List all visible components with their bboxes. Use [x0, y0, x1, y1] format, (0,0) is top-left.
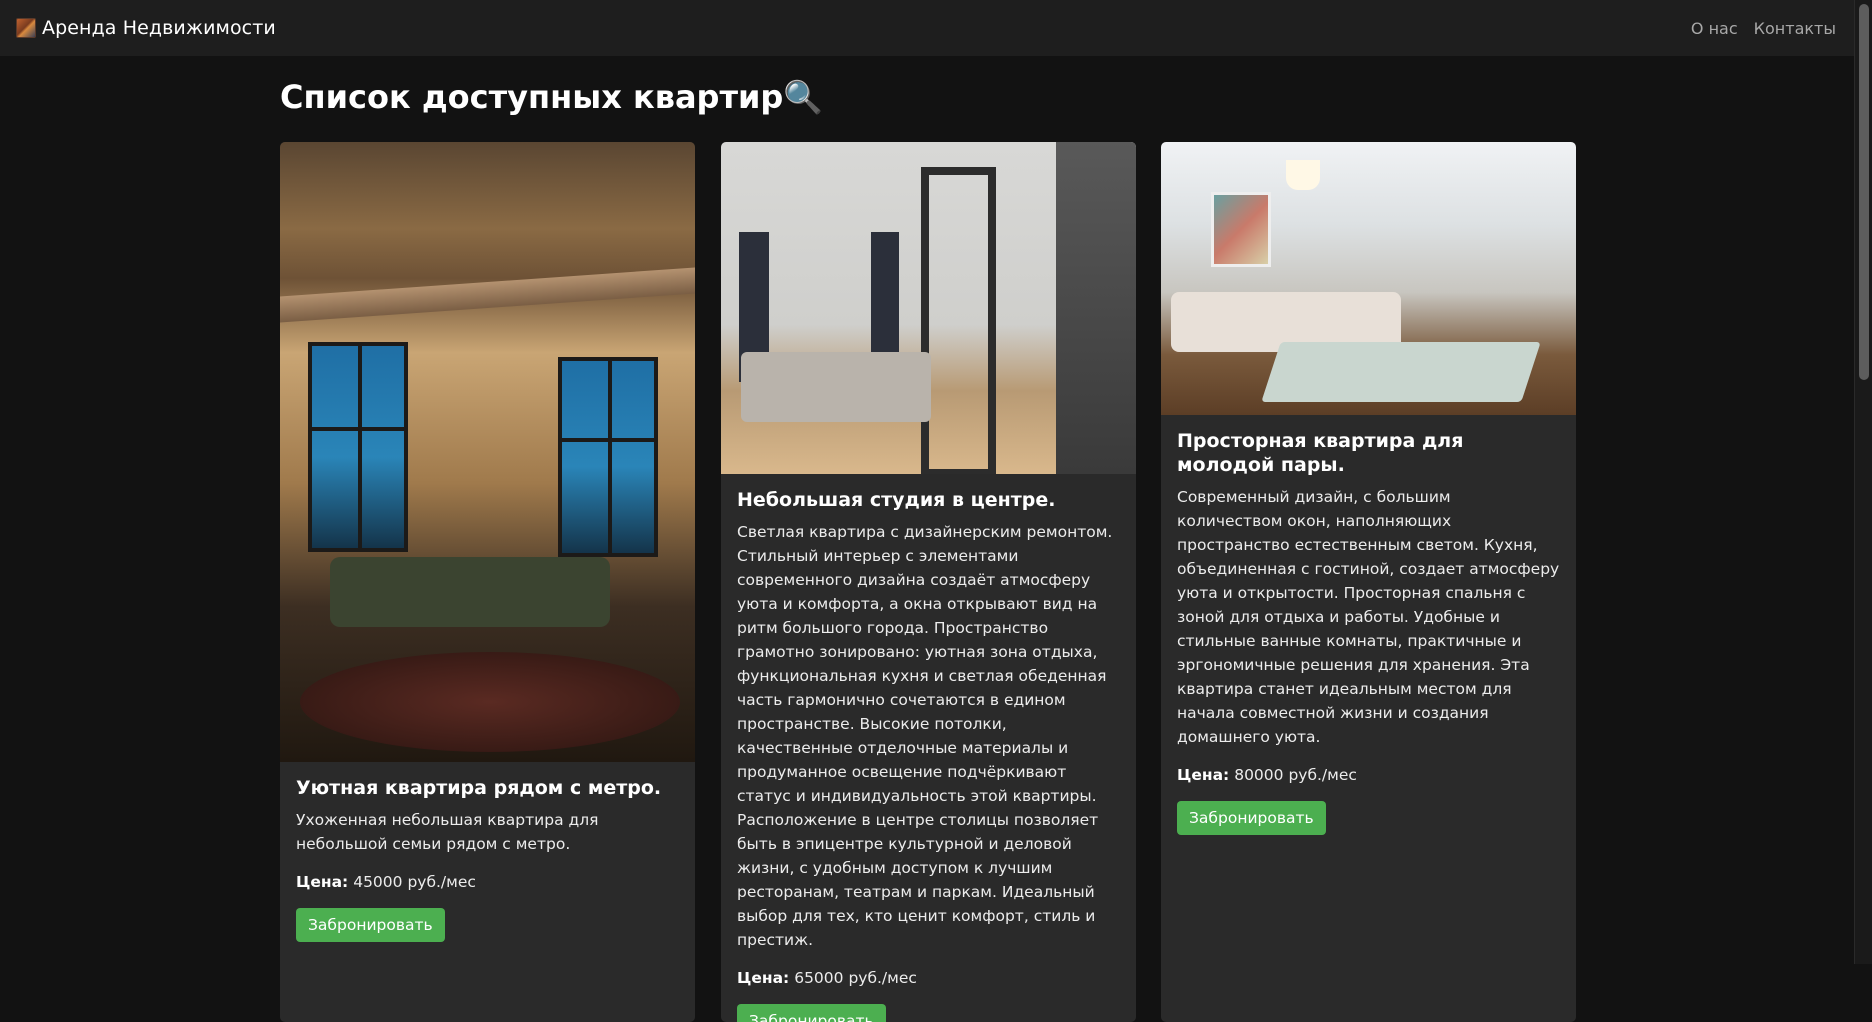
listing-card: Просторная квартира для молодой пары. Со…	[1161, 142, 1576, 1022]
price-value: 45000 руб./мес	[353, 873, 476, 891]
magnifier-icon: 🔍	[783, 78, 824, 116]
book-button[interactable]: Забронировать	[1177, 801, 1326, 835]
listing-title: Небольшая студия в центре.	[737, 489, 1056, 511]
listing-description: Современный дизайн, с большим количество…	[1177, 488, 1560, 746]
price-value: 80000 руб./мес	[1234, 766, 1357, 784]
book-button[interactable]: Забронировать	[737, 1004, 886, 1022]
listing-description: Ухоженная небольшая квартира для небольш…	[296, 811, 599, 853]
book-button[interactable]: Забронировать	[296, 908, 445, 942]
price-label: Цена:	[296, 873, 349, 891]
price-label: Цена:	[1177, 766, 1230, 784]
scrollbar-thumb[interactable]	[1859, 4, 1869, 380]
listing-price: Цена: 80000 руб./мес	[1177, 763, 1560, 787]
listing-photo	[1161, 142, 1576, 415]
listing-photo	[721, 142, 1136, 474]
listing-price: Цена: 45000 руб./мес	[296, 870, 679, 894]
listing-card: Уютная квартира рядом с метро. Ухоженная…	[280, 142, 695, 1022]
price-value: 65000 руб./мес	[794, 969, 917, 987]
brand-name: Аренда Недвижимости	[42, 17, 276, 39]
brand-logo-icon	[16, 18, 36, 38]
nav-link-contacts[interactable]: Контакты	[1754, 19, 1836, 38]
navbar: Аренда Недвижимости О нас Контакты	[0, 0, 1854, 56]
listing-title: Просторная квартира для молодой пары.	[1177, 430, 1464, 476]
listing-title: Уютная квартира рядом с метро.	[296, 777, 662, 799]
listing-photo	[280, 142, 695, 762]
listing-card: Небольшая студия в центре. Светлая кварт…	[721, 142, 1136, 1022]
nav-links: О нас Контакты	[1691, 19, 1836, 38]
brand-link[interactable]: Аренда Недвижимости	[16, 17, 276, 39]
page-scrollbar[interactable]	[1854, 0, 1872, 964]
listing-description: Светлая квартира с дизайнерским ремонтом…	[737, 523, 1113, 949]
page-title: Список доступных квартир🔍	[280, 78, 824, 116]
nav-link-about[interactable]: О нас	[1691, 19, 1738, 38]
listing-price: Цена: 65000 руб./мес	[737, 966, 1120, 990]
price-label: Цена:	[737, 969, 790, 987]
